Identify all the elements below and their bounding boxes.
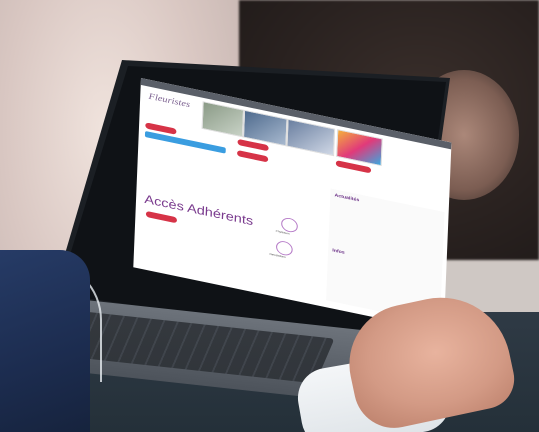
page-title: Accès Adhérents xyxy=(144,191,254,228)
header-photo xyxy=(201,101,245,138)
red-button[interactable] xyxy=(236,150,269,163)
photo-scene: Fleuristes Accès Adhérents Phyteaum News… xyxy=(0,0,539,432)
suit-sleeve xyxy=(0,250,90,432)
header-photo xyxy=(336,129,383,167)
site-logo[interactable]: Fleuristes xyxy=(148,92,190,110)
header-photo xyxy=(286,118,336,157)
blue-bar[interactable] xyxy=(144,130,226,154)
red-button[interactable] xyxy=(145,210,178,224)
